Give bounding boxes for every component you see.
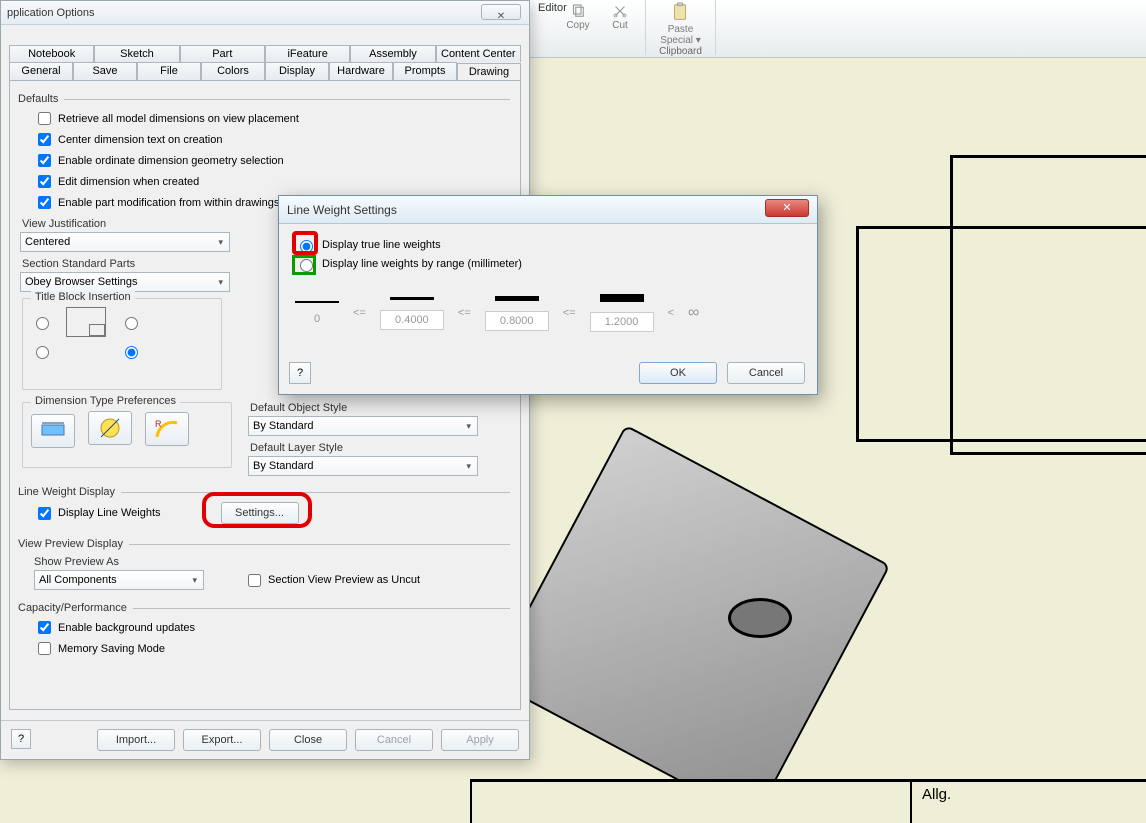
dim-pref-radius-button[interactable]: R <box>145 412 189 446</box>
dialog-bottom-buttons: ? Import... Export... Close Cancel Apply <box>1 720 529 759</box>
close-button[interactable]: ✕ <box>481 4 521 20</box>
tab-ifeature[interactable]: iFeature <box>265 45 350 62</box>
tab-assembly[interactable]: Assembly <box>350 45 435 62</box>
sketch-tool-a-inner <box>950 155 1146 455</box>
export-button[interactable]: Export... <box>183 729 261 751</box>
tab-file[interactable]: File <box>137 62 201 80</box>
label-def-layer-style: Default Layer Style <box>250 442 510 454</box>
tab-drawing[interactable]: Drawing <box>457 63 521 81</box>
title-block: Allg. <box>470 779 1146 823</box>
clipboard-label: Clipboard <box>659 46 702 57</box>
dim-pref-diameter-button[interactable] <box>88 411 132 445</box>
tab-save[interactable]: Save <box>73 62 137 80</box>
select-show-preview-as[interactable]: All Components <box>34 570 204 590</box>
radio-tb-topright[interactable] <box>125 317 138 330</box>
select-section-standard[interactable]: Obey Browser Settings <box>20 272 230 292</box>
svg-text:R: R <box>155 419 162 429</box>
copy-button[interactable]: Copy <box>559 2 597 31</box>
paste-special-button[interactable]: Paste Special ▾ <box>653 2 709 46</box>
line-weight-settings-dialog: Line Weight Settings ✕ Display true line… <box>278 195 818 395</box>
cut-button[interactable]: Cut <box>601 2 639 31</box>
lws-title: Line Weight Settings ✕ <box>279 196 817 224</box>
range-input-3[interactable] <box>590 312 654 332</box>
tab-part[interactable]: Part <box>180 45 265 62</box>
check-retrieve-dimensions[interactable]: Retrieve all model dimensions on view pl… <box>34 109 510 128</box>
lws-cancel-button[interactable]: Cancel <box>727 362 805 384</box>
clipboard-group: Paste Special ▾ Clipboard <box>646 0 716 55</box>
apply-button[interactable]: Apply <box>441 729 519 751</box>
radio-line-weights-range[interactable]: Display line weights by range (millimete… <box>295 256 801 272</box>
group-title-block: Title Block Insertion <box>22 298 222 390</box>
import-button[interactable]: Import... <box>97 729 175 751</box>
radio-tb-topleft[interactable] <box>36 317 49 330</box>
select-view-justification[interactable]: Centered <box>20 232 230 252</box>
section-capacity: Capacity/Performance <box>18 602 510 614</box>
check-enable-ordinate[interactable]: Enable ordinate dimension geometry selec… <box>34 151 510 170</box>
radio-tb-bottomright[interactable] <box>125 346 138 359</box>
tab-content-center[interactable]: Content Center <box>436 45 521 62</box>
check-center-dimension[interactable]: Center dimension text on creation <box>34 130 510 149</box>
close-button-bottom[interactable]: Close <box>269 729 347 751</box>
tab-colors[interactable]: Colors <box>201 62 265 80</box>
radio-tb-bottomleft[interactable] <box>36 346 49 359</box>
tab-general[interactable]: General <box>9 62 73 80</box>
tab-sketch[interactable]: Sketch <box>94 45 179 62</box>
settings-button[interactable]: Settings... <box>221 502 299 524</box>
check-enable-bg-updates[interactable]: Enable background updates <box>34 618 510 637</box>
range-input-1[interactable] <box>380 310 444 330</box>
check-section-view-uncut[interactable]: Section View Preview as Uncut <box>244 571 420 590</box>
tab-display[interactable]: Display <box>265 62 329 80</box>
help-button[interactable]: ? <box>11 729 31 749</box>
section-line-weight: Line Weight Display <box>18 486 510 498</box>
check-memory-saving[interactable]: Memory Saving Mode <box>34 639 510 658</box>
title-block-field[interactable]: Allg. <box>910 782 1146 823</box>
select-def-obj-style[interactable]: By Standard <box>248 416 478 436</box>
radio-true-line-weights[interactable]: Display true line weights <box>295 237 801 253</box>
select-def-layer-style[interactable]: By Standard <box>248 456 478 476</box>
tab-body-drawing: Defaults Retrieve all model dimensions o… <box>9 80 521 710</box>
section-defaults: Defaults <box>18 93 510 105</box>
group-dim-type-pref: Dimension Type Preferences R <box>22 402 232 468</box>
dim-pref-linear-button[interactable] <box>31 414 75 448</box>
cancel-button-bottom[interactable]: Cancel <box>355 729 433 751</box>
lws-close-button[interactable]: ✕ <box>765 199 809 217</box>
check-edit-dimension[interactable]: Edit dimension when created <box>34 172 510 191</box>
label-def-obj-style: Default Object Style <box>250 402 510 414</box>
dialog-title: pplication Options ✕ <box>1 1 529 25</box>
range-row: 0 <= <= <= < ∞ <box>295 294 801 332</box>
sketch-bit-hole <box>728 598 792 638</box>
clipboard-group-small: Copy Cut <box>553 0 646 55</box>
lws-help-button[interactable]: ? <box>289 362 311 384</box>
check-display-line-weights[interactable]: Display Line Weights <box>34 504 161 523</box>
range-input-2[interactable] <box>485 311 549 331</box>
label-show-preview-as: Show Preview As <box>34 556 510 568</box>
tab-notebook[interactable]: Notebook <box>9 45 94 62</box>
tab-prompts[interactable]: Prompts <box>393 62 457 80</box>
lws-ok-button[interactable]: OK <box>639 362 717 384</box>
tab-hardware[interactable]: Hardware <box>329 62 393 80</box>
section-view-preview: View Preview Display <box>18 538 510 550</box>
